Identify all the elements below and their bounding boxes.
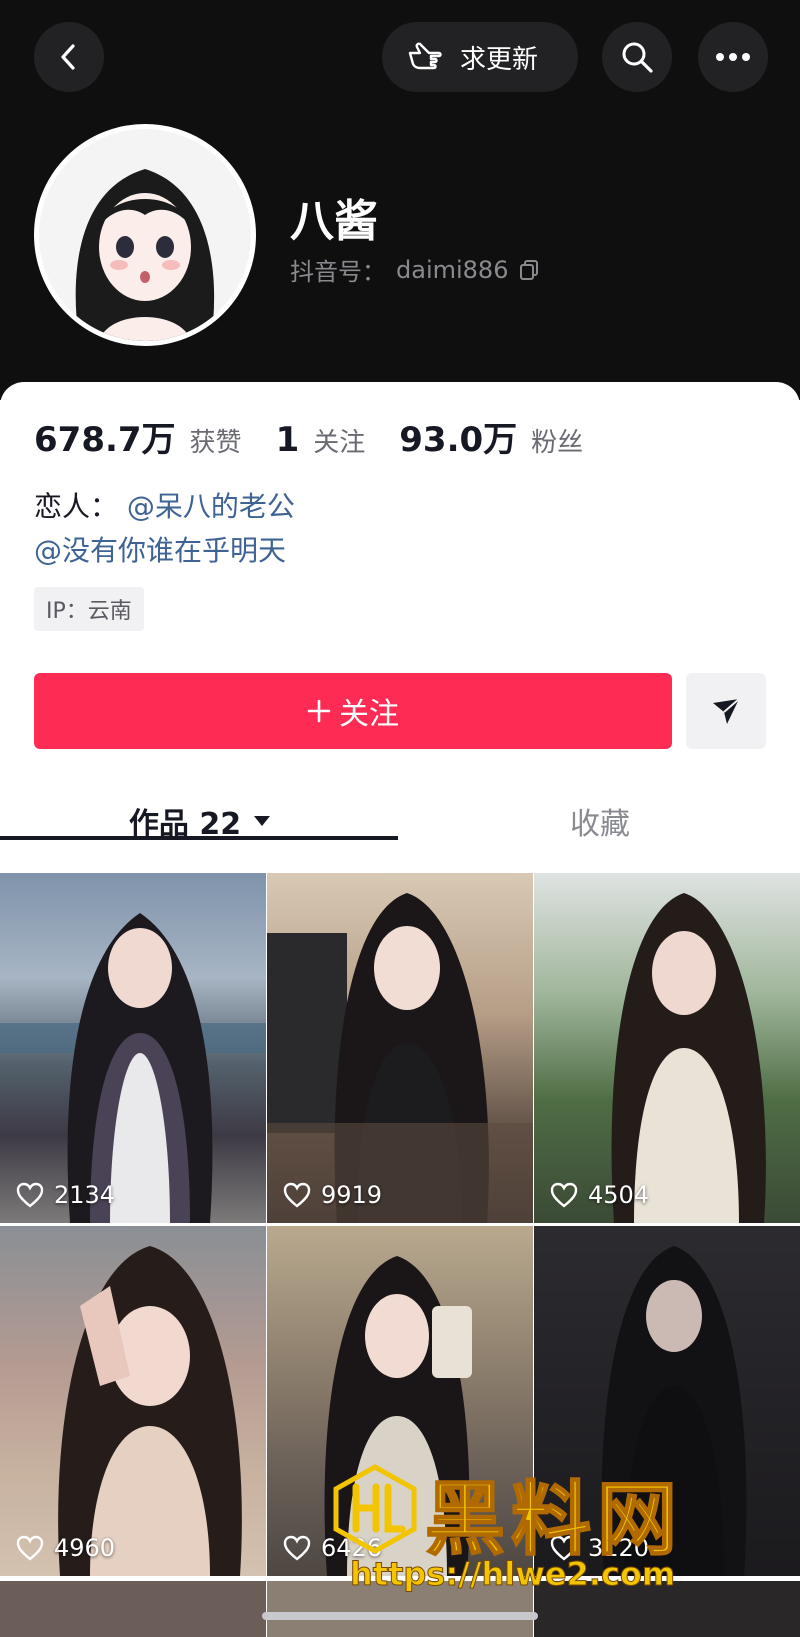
- home-indicator: [262, 1612, 538, 1620]
- active-tab-indicator: [0, 836, 398, 840]
- account-id: daimi886: [396, 255, 509, 284]
- back-button[interactable]: [34, 22, 104, 92]
- lover-label: 恋人：: [34, 490, 119, 523]
- more-options-button[interactable]: [698, 22, 768, 92]
- watermark-overlay: 黑料网 https://hlwe2.com: [330, 1455, 760, 1605]
- bio-line-1: 恋人： @呆八的老公: [34, 485, 295, 529]
- caret-down-icon: [254, 816, 271, 826]
- watermark-url: https://hlwe2.com: [349, 1555, 676, 1594]
- likes-count: 678.7万: [34, 420, 176, 460]
- heart-icon: [550, 1182, 578, 1208]
- likes-label: 获赞: [189, 428, 242, 458]
- video-thumbnail[interactable]: 4960: [0, 1226, 266, 1576]
- likes-count: 9919: [321, 1181, 383, 1209]
- search-button[interactable]: [602, 22, 672, 92]
- follow-label: 关注: [339, 697, 399, 732]
- heart-icon: [283, 1182, 311, 1208]
- nickname: 八酱: [290, 196, 378, 247]
- avatar-illustration: [39, 129, 251, 341]
- video-thumbnail[interactable]: 2134: [0, 873, 266, 1223]
- watermark-title: 黑料网: [424, 1472, 683, 1567]
- thumbnail-figure: [58, 1246, 242, 1576]
- paper-plane-icon: [713, 698, 740, 724]
- lover-mention-link[interactable]: @呆八的老公: [127, 490, 295, 523]
- profile-header: 求更新 八酱 抖音号： daimi886: [0, 0, 800, 400]
- thumbnail-figure: [0, 913, 266, 1223]
- bio: 恋人： @呆八的老公 @没有你谁在乎明天: [34, 485, 295, 573]
- likes-badge: 4960: [16, 1534, 115, 1562]
- search-icon: [622, 42, 653, 73]
- follow-button[interactable]: 关注: [34, 673, 672, 749]
- following-count[interactable]: 1: [276, 420, 300, 460]
- likes-badge: 4504: [550, 1181, 649, 1209]
- ip-location-tag: IP：云南: [34, 587, 144, 631]
- tab-works[interactable]: 作品 22: [0, 792, 400, 850]
- stats-row: 678.7万 获赞 1 关注 93.0万 粉丝: [34, 412, 603, 461]
- thumbnail-figure: [611, 893, 766, 1223]
- content-tabs: 作品 22 收藏: [0, 792, 800, 850]
- pointing-hand-icon: [408, 42, 442, 70]
- plus-icon: [307, 699, 331, 723]
- copy-icon[interactable]: [518, 259, 540, 281]
- likes-badge: 2134: [16, 1181, 115, 1209]
- bio-line-2: @没有你谁在乎明天: [34, 529, 295, 573]
- send-message-button[interactable]: [686, 673, 766, 749]
- tab-favorites[interactable]: 收藏: [400, 792, 800, 850]
- video-thumbnail[interactable]: 4504: [534, 873, 800, 1223]
- video-thumbnail[interactable]: 9919: [267, 873, 533, 1223]
- account-id-row: 抖音号： daimi886: [290, 252, 540, 287]
- heart-icon: [16, 1182, 44, 1208]
- following-label[interactable]: 关注: [313, 422, 365, 459]
- top-bar: 求更新: [0, 22, 800, 92]
- followers-count[interactable]: 93.0万: [399, 412, 517, 461]
- heart-icon: [283, 1535, 311, 1561]
- chevron-left-icon: [61, 44, 75, 70]
- likes-count: 4960: [54, 1534, 116, 1562]
- account-label: 抖音号：: [290, 258, 386, 286]
- profile-page: 求更新 八酱 抖音号： daimi886 678.7万 获赞 1 关注 93.0…: [0, 0, 800, 1637]
- likes-count: 2134: [54, 1181, 116, 1209]
- heart-icon: [16, 1535, 44, 1561]
- avatar[interactable]: [34, 124, 256, 346]
- bio-mention-link[interactable]: @没有你谁在乎明天: [34, 534, 286, 567]
- request-update-label: 求更新: [460, 44, 539, 75]
- tab-favorites-label: 收藏: [570, 807, 630, 842]
- video-thumbnail-partial[interactable]: [0, 1581, 266, 1637]
- thumbnail-figure: [267, 893, 533, 1223]
- watermark-logo-icon: [333, 1464, 417, 1553]
- more-dots-icon: [716, 53, 750, 61]
- likes-badge: 9919: [283, 1181, 382, 1209]
- profile-card: 678.7万 获赞 1 关注 93.0万 粉丝 恋人： @呆八的老公 @没有你谁…: [0, 382, 800, 872]
- likes-count: 4504: [588, 1181, 650, 1209]
- request-update-button[interactable]: 求更新: [382, 22, 578, 92]
- followers-label[interactable]: 粉丝: [531, 422, 583, 459]
